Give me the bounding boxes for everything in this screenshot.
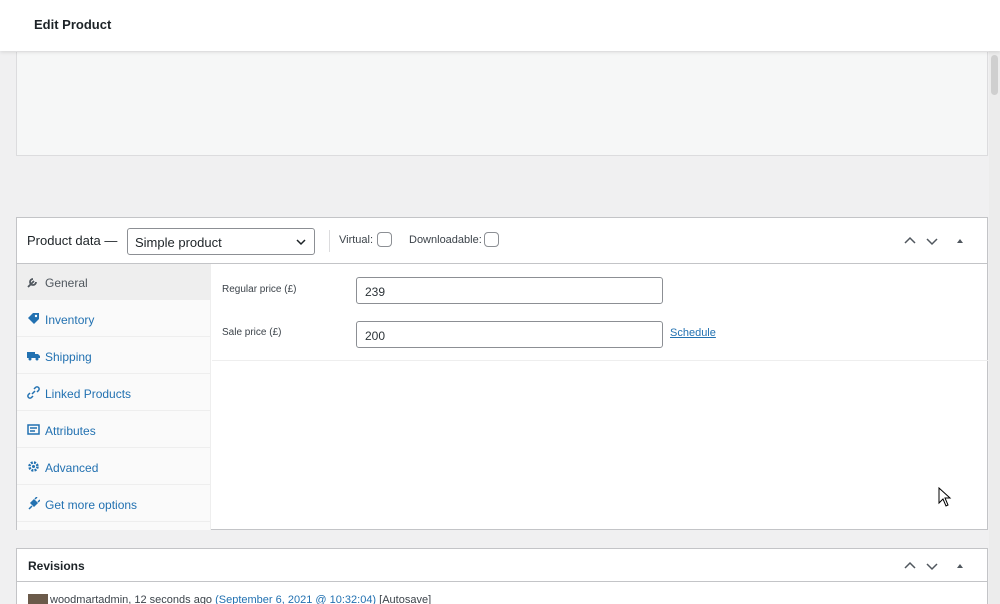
product-data-tabs: General Inventory Shipping Linked Produc…: [17, 264, 211, 530]
sale-price-input[interactable]: 200: [356, 321, 663, 348]
product-data-label: Product data —: [27, 233, 118, 248]
collapse-icon[interactable]: [952, 233, 968, 249]
tab-label: Get more options: [45, 498, 138, 512]
list-icon: [27, 424, 40, 435]
schedule-link[interactable]: Schedule: [670, 327, 716, 339]
page-title: Edit Product: [34, 17, 112, 32]
sale-price-label: Sale price (£): [222, 327, 282, 338]
tab-label: Shipping: [45, 350, 92, 364]
tab-attributes[interactable]: Attributes: [17, 412, 211, 448]
content-area: [16, 52, 988, 156]
virtual-checkbox[interactable]: [377, 232, 392, 247]
chevron-up-icon[interactable]: [902, 233, 918, 249]
general-fields: Regular price (£) 239 Sale price (£) 200…: [212, 264, 988, 361]
gear-icon: [28, 461, 39, 472]
tab-get-more-options[interactable]: Get more options: [17, 486, 211, 522]
chevron-down-icon: [296, 239, 306, 246]
link-icon: [27, 386, 40, 399]
tag-icon: [28, 313, 39, 324]
tab-linked-products[interactable]: Linked Products: [17, 375, 211, 411]
product-type-value: Simple product: [135, 235, 222, 250]
revisions-header: Revisions: [17, 549, 987, 582]
tab-label: Linked Products: [45, 387, 132, 401]
mouse-cursor-icon: [938, 487, 952, 507]
top-bar: Edit Product: [0, 0, 1000, 51]
tab-shipping[interactable]: Shipping: [17, 338, 211, 374]
virtual-label: Virtual:: [339, 234, 374, 246]
regular-price-label: Regular price (£): [222, 284, 297, 295]
chevron-down-icon[interactable]: [924, 233, 940, 249]
revision-ago: , 12 seconds ago: [128, 594, 216, 604]
revision-tag: [Autosave]: [376, 594, 432, 604]
tab-label: Attributes: [45, 424, 96, 438]
revisions-panel: Revisions woodmartadmin, 12 seconds ago …: [16, 548, 988, 604]
truck-icon: [27, 352, 40, 361]
regular-price-value: 239: [365, 285, 386, 299]
regular-price-input[interactable]: 239: [356, 277, 663, 304]
tab-label: General: [45, 276, 88, 290]
divider: [329, 230, 330, 252]
tab-label: Inventory: [45, 313, 95, 327]
wrench-icon: [27, 278, 37, 288]
product-data-header: Product data — Simple product Virtual: D…: [17, 218, 987, 264]
product-data-panel: Product data — Simple product Virtual: D…: [16, 217, 988, 530]
scrollbar[interactable]: [989, 51, 1000, 604]
revision-user: woodmartadmin: [50, 594, 129, 604]
tab-advanced[interactable]: Advanced: [17, 449, 211, 485]
tab-label: Advanced: [45, 461, 99, 475]
revision-entry: woodmartadmin, 12 seconds ago (September…: [28, 594, 431, 604]
product-type-select[interactable]: Simple product: [127, 228, 315, 255]
sale-price-value: 200: [365, 329, 386, 343]
revisions-title: Revisions: [28, 559, 85, 573]
collapse-icon[interactable]: [952, 558, 968, 574]
downloadable-label: Downloadable:: [409, 234, 482, 246]
tab-inventory[interactable]: Inventory: [17, 301, 211, 337]
plug-icon: [28, 497, 40, 510]
panel-controls: [902, 558, 977, 574]
downloadable-checkbox[interactable]: [484, 232, 499, 247]
chevron-up-icon[interactable]: [902, 558, 918, 574]
tab-general[interactable]: General: [17, 264, 211, 300]
scrollbar-thumb[interactable]: [991, 55, 998, 95]
chevron-down-icon[interactable]: [924, 558, 940, 574]
panel-controls: [902, 233, 977, 249]
revision-date-link[interactable]: (September 6, 2021 @ 10:32:04): [215, 594, 376, 604]
avatar: [28, 594, 48, 604]
